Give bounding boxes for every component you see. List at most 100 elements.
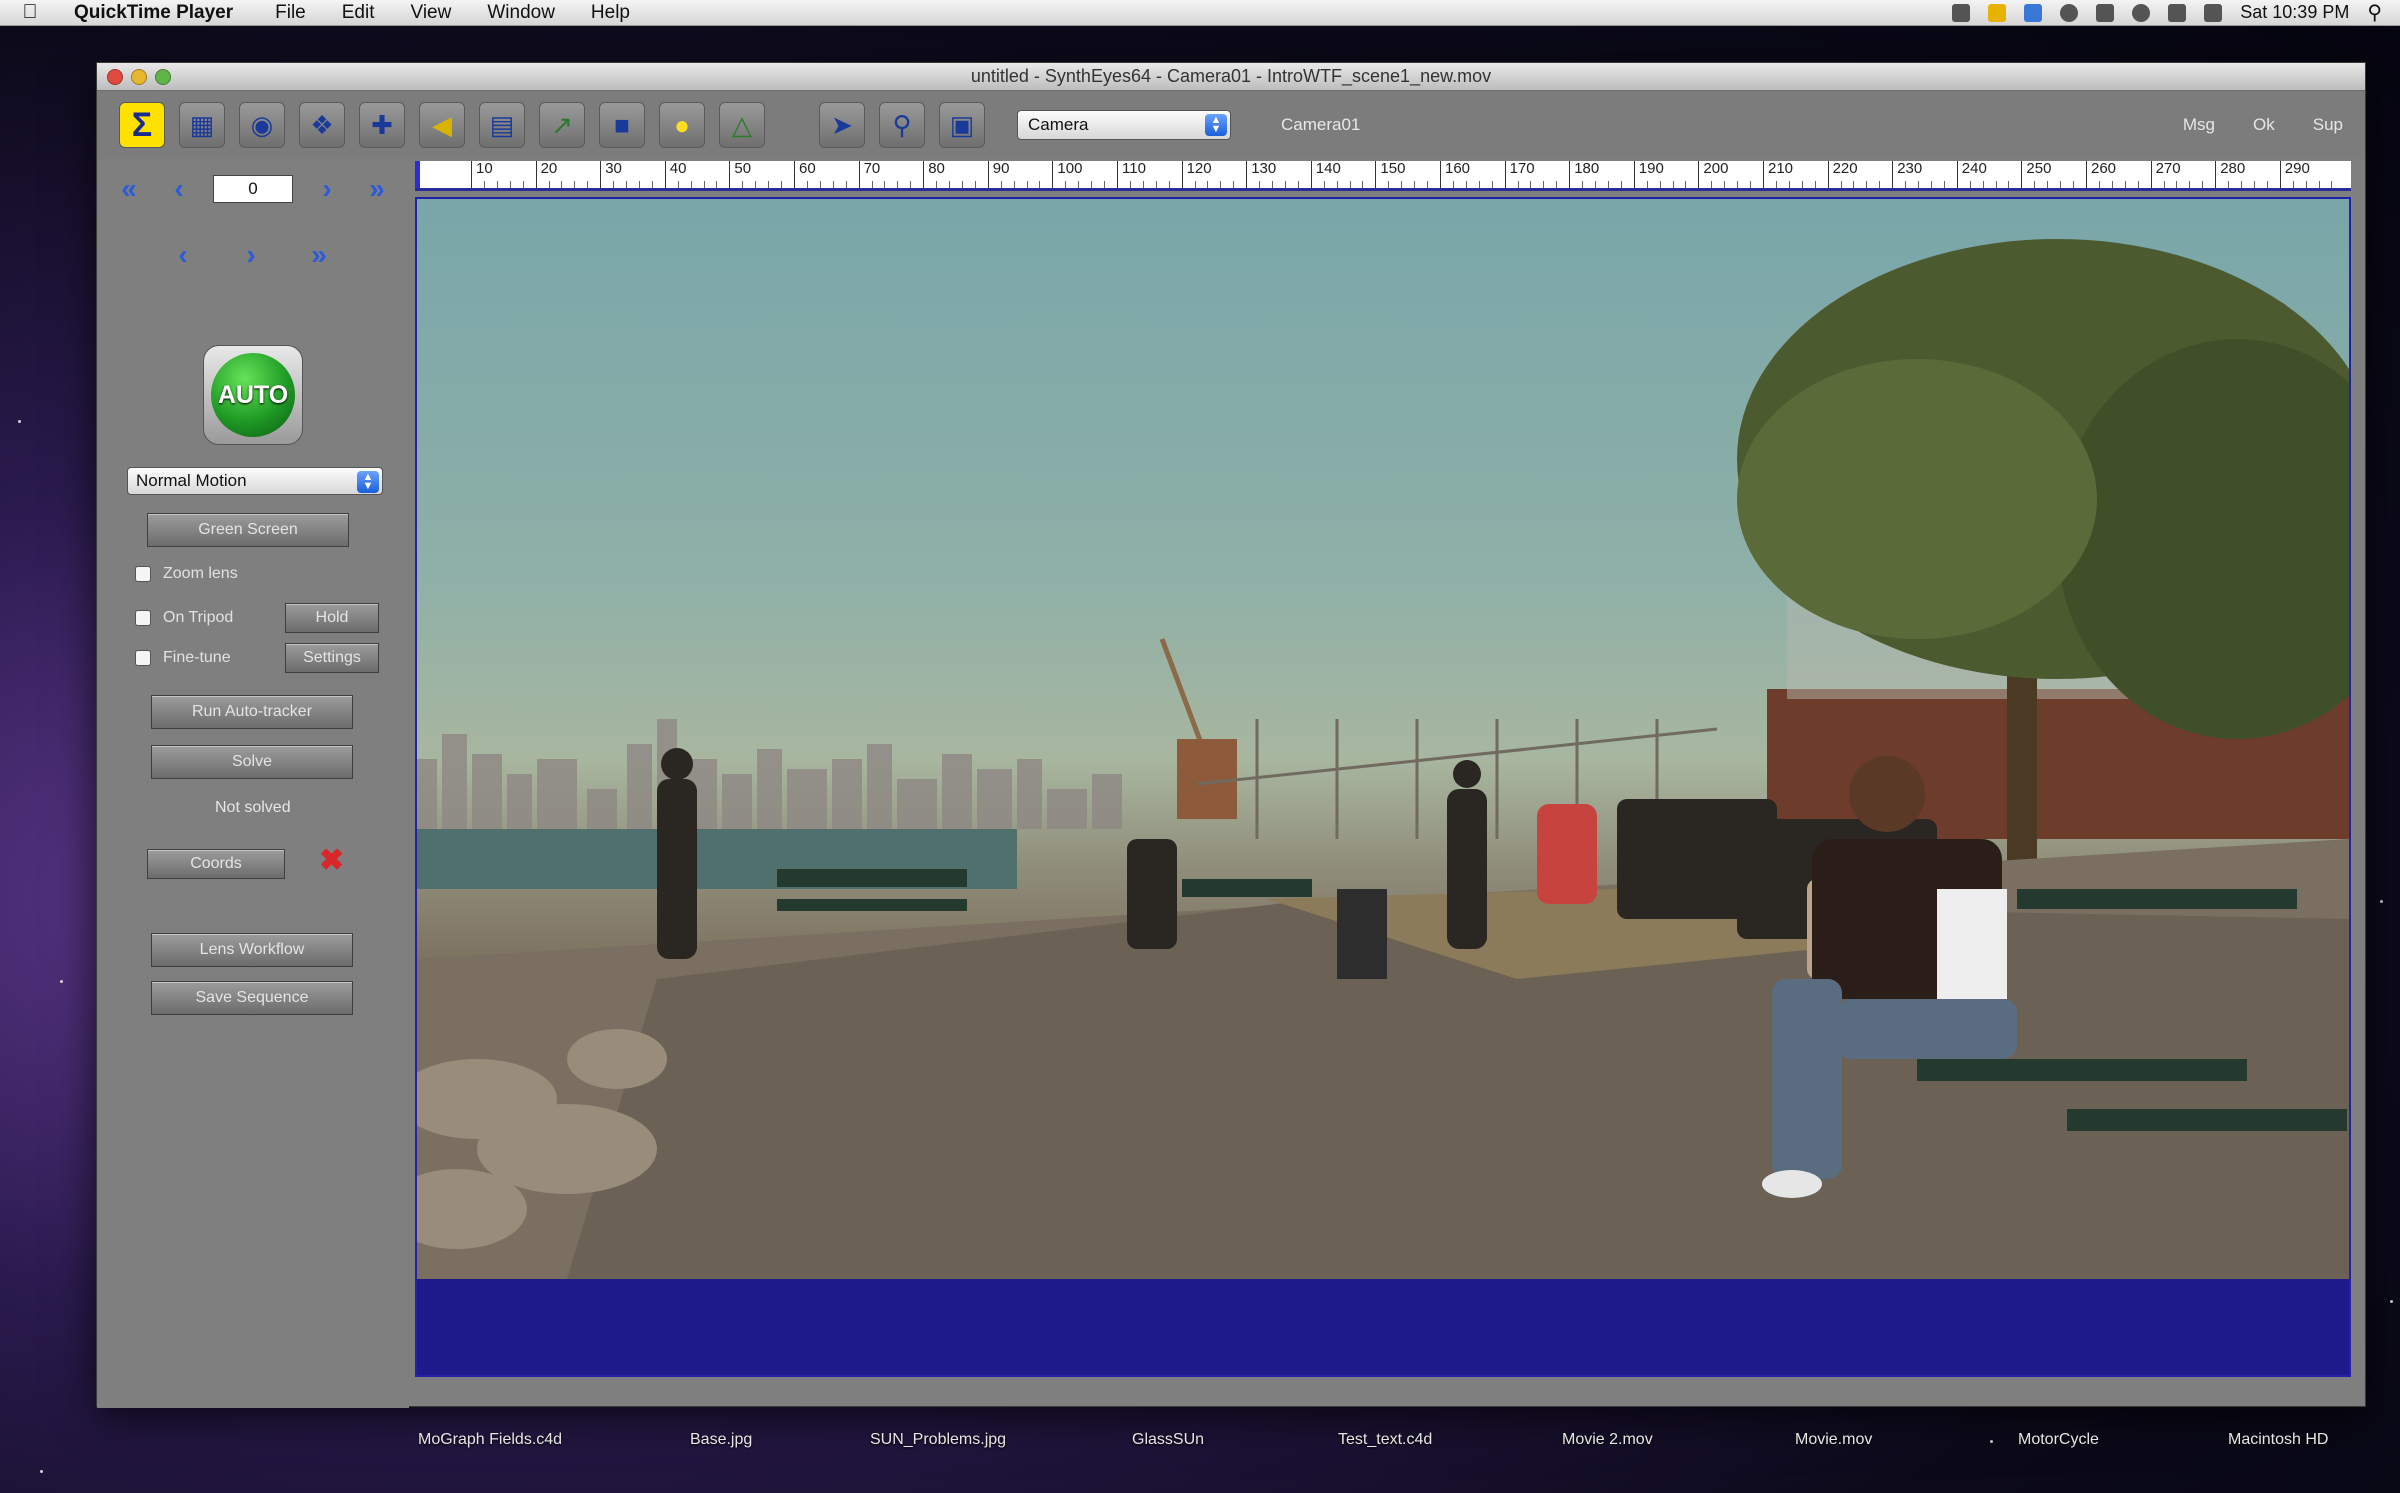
ok-button[interactable]: Ok bbox=[2253, 115, 2275, 135]
step-back-icon[interactable]: ‹ bbox=[163, 173, 195, 205]
forward-to-end-icon[interactable]: » bbox=[361, 173, 393, 205]
menu-clock[interactable]: Sat 10:39 PM bbox=[2240, 2, 2349, 23]
timeline-minor-tick bbox=[781, 181, 783, 188]
desktop-icon-test-text[interactable]: Test_text.c4d bbox=[1338, 1431, 1432, 1449]
timeline-minor-tick bbox=[1091, 181, 1093, 188]
notes-icon[interactable]: ▤ bbox=[479, 102, 525, 148]
previous-key-icon[interactable]: ‹ bbox=[167, 239, 199, 271]
frame-fit-icon[interactable]: ▣ bbox=[939, 102, 985, 148]
timeline-minor-tick bbox=[897, 181, 899, 188]
timeline-minor-tick bbox=[2189, 181, 2191, 188]
3d-room-icon[interactable]: ❖ bbox=[299, 102, 345, 148]
timeline-minor-tick bbox=[2137, 181, 2139, 188]
timeline-minor-tick bbox=[1517, 181, 1519, 188]
playhead[interactable] bbox=[415, 161, 420, 188]
play-icon[interactable]: › bbox=[235, 239, 267, 271]
timeline-minor-tick bbox=[2008, 181, 2010, 188]
menu-edit[interactable]: Edit bbox=[324, 2, 393, 24]
hold-button[interactable]: Hold bbox=[285, 603, 379, 633]
fine-tune-checkbox[interactable]: Fine-tune bbox=[135, 649, 231, 667]
timeline-minor-tick bbox=[2318, 181, 2320, 188]
timeline-minor-tick bbox=[561, 181, 563, 188]
solve-button[interactable]: Solve bbox=[151, 745, 353, 779]
timeline-minor-tick bbox=[1607, 181, 1609, 188]
next-key-icon[interactable]: » bbox=[303, 239, 335, 271]
playback-controls: « ‹ 0 › » bbox=[113, 173, 393, 205]
desktop-icon-motorcycle[interactable]: MotorCycle bbox=[2018, 1431, 2099, 1449]
green-screen-button[interactable]: Green Screen bbox=[147, 513, 349, 547]
forward-arrow-icon[interactable]: ➤ bbox=[819, 102, 865, 148]
coordinate-room-icon[interactable]: ✚ bbox=[359, 102, 405, 148]
desktop-icon-mograph-fields[interactable]: MoGraph Fields.c4d bbox=[418, 1431, 562, 1449]
timeline-minor-tick bbox=[1646, 181, 1648, 188]
timeline-minor-tick bbox=[871, 181, 873, 188]
fine-tune-box[interactable] bbox=[135, 650, 151, 666]
tracker-room-icon[interactable]: ◉ bbox=[239, 102, 285, 148]
desktop-icon-base-jpg[interactable]: Base.jpg bbox=[690, 1431, 752, 1449]
menu-app-name[interactable]: QuickTime Player bbox=[60, 2, 257, 24]
window-titlebar[interactable]: untitled - SynthEyes64 - Camera01 - Intr… bbox=[97, 63, 2365, 91]
timeline-minor-tick bbox=[1000, 181, 1002, 188]
zoom-icon[interactable]: ⚲ bbox=[879, 102, 925, 148]
desktop-icon-glasssun[interactable]: GlassSUn bbox=[1132, 1431, 1204, 1449]
perspective-icon[interactable]: ■ bbox=[599, 102, 645, 148]
menu-file[interactable]: File bbox=[257, 2, 324, 24]
warning-icon[interactable] bbox=[1988, 3, 2007, 22]
network-icon[interactable] bbox=[2024, 3, 2043, 22]
sup-button[interactable]: Sup bbox=[2313, 115, 2343, 135]
camera-viewport[interactable] bbox=[415, 197, 2351, 1377]
summary-panel: « ‹ 0 › » ‹ › » AUTO Normal Motion ▲ ▼ Gr… bbox=[97, 159, 409, 1408]
apple-menu-icon[interactable]:  bbox=[0, 1, 60, 24]
display-icon[interactable] bbox=[2096, 3, 2115, 22]
run-auto-tracker-button[interactable]: Run Auto-tracker bbox=[151, 695, 353, 729]
desktop-icon-macintosh-hd[interactable]: Macintosh HD bbox=[2228, 1431, 2328, 1449]
step-forward-icon[interactable]: › bbox=[311, 173, 343, 205]
on-tripod-box[interactable] bbox=[135, 610, 151, 626]
motion-profile-select[interactable]: Normal Motion ▲ ▼ bbox=[127, 467, 383, 495]
bluetooth-icon[interactable] bbox=[2168, 3, 2187, 22]
timeline-minor-tick bbox=[1142, 181, 1144, 188]
settings-button[interactable]: Settings bbox=[285, 643, 379, 673]
coords-button[interactable]: Coords bbox=[147, 849, 285, 879]
menu-window[interactable]: Window bbox=[469, 2, 573, 24]
sync-icon[interactable] bbox=[2060, 3, 2079, 22]
zoom-lens-box[interactable] bbox=[135, 566, 151, 582]
minimize-window-button[interactable] bbox=[131, 69, 147, 85]
active-camera-label: Camera01 bbox=[1281, 115, 1361, 134]
desktop-icon-movie[interactable]: Movie.mov bbox=[1795, 1431, 1872, 1449]
msg-button[interactable]: Msg bbox=[2183, 115, 2215, 135]
lightbulb-icon[interactable]: ● bbox=[659, 102, 705, 148]
timeline-minor-tick bbox=[1026, 181, 1028, 188]
sigma-icon[interactable]: Σ bbox=[119, 102, 165, 148]
clock-icon[interactable] bbox=[2132, 3, 2151, 22]
save-sequence-button[interactable]: Save Sequence bbox=[151, 981, 353, 1015]
desktop-icon-sun-problems[interactable]: SUN_Problems.jpg bbox=[870, 1431, 1006, 1449]
rewind-to-start-icon[interactable]: « bbox=[113, 173, 145, 205]
clear-coords-icon[interactable]: ✖ bbox=[319, 843, 344, 878]
spotlight-search-icon[interactable]: ⚲ bbox=[2367, 0, 2382, 25]
menu-view[interactable]: View bbox=[393, 2, 470, 24]
timeline-bar[interactable]: 10 20 30 40 50 60 70 80 90 100 110 120 130 140 150 160 1… bbox=[415, 161, 2351, 191]
lens-workflow-button[interactable]: Lens Workflow bbox=[151, 933, 353, 967]
auto-track-button[interactable]: AUTO bbox=[203, 345, 303, 445]
timeline-minor-tick bbox=[2202, 181, 2204, 188]
graph-icon[interactable]: ↗ bbox=[539, 102, 585, 148]
volume-icon[interactable] bbox=[2204, 3, 2223, 22]
summary-room-icon[interactable]: ▦ bbox=[179, 102, 225, 148]
close-window-button[interactable] bbox=[107, 69, 123, 85]
phase-icon[interactable]: △ bbox=[719, 102, 765, 148]
timeline-minor-tick bbox=[574, 181, 576, 188]
room-select[interactable]: Camera ▲ ▼ bbox=[1017, 110, 1231, 140]
time-machine-icon[interactable] bbox=[1952, 3, 1971, 22]
timeline-minor-tick bbox=[1595, 181, 1597, 188]
zoom-window-button[interactable] bbox=[155, 69, 171, 85]
solve-room-icon[interactable]: ◀ bbox=[419, 102, 465, 148]
frame-number-field[interactable]: 0 bbox=[213, 175, 293, 203]
zoom-lens-checkbox[interactable]: Zoom lens bbox=[135, 565, 238, 583]
menu-help[interactable]: Help bbox=[573, 2, 648, 24]
desktop-icon-movie-2[interactable]: Movie 2.mov bbox=[1562, 1431, 1653, 1449]
timeline-minor-tick bbox=[1452, 181, 1454, 188]
video-frame[interactable] bbox=[417, 199, 2349, 1279]
on-tripod-checkbox[interactable]: On Tripod bbox=[135, 609, 233, 627]
timeline-minor-tick bbox=[2228, 181, 2230, 188]
